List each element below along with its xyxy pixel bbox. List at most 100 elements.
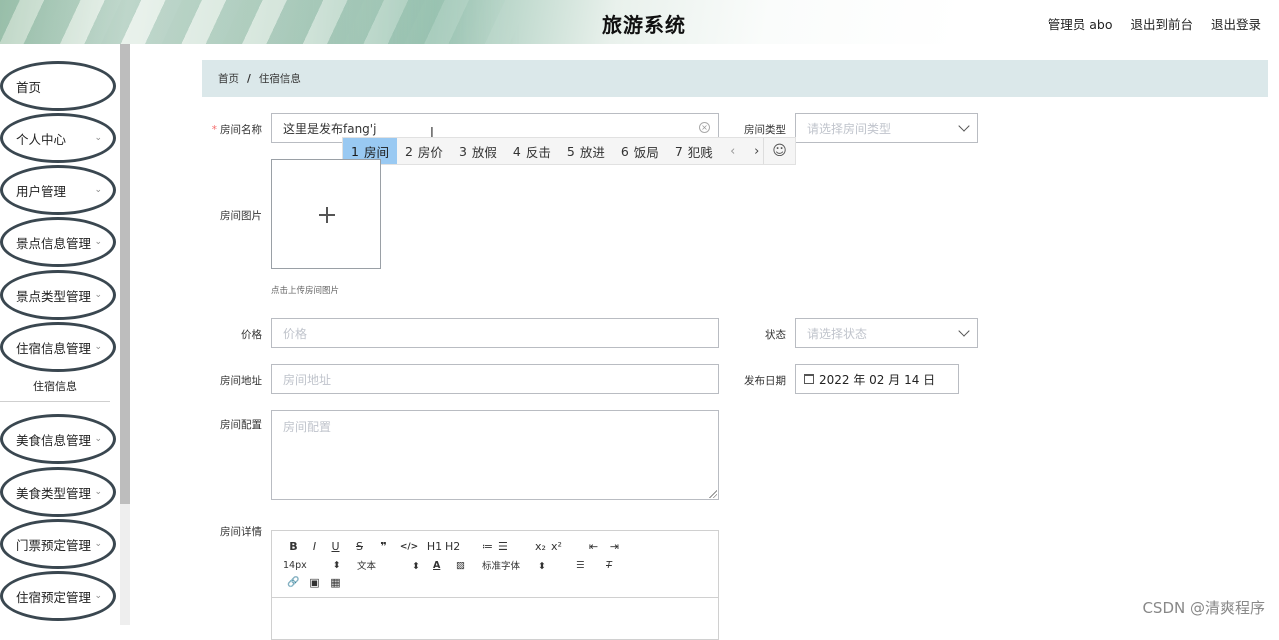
outdent-icon[interactable]: ⇤ [583,540,604,553]
text-style-select[interactable]: 文本 ⬍ [345,558,433,572]
font-size-select[interactable]: 14px ⬍ [283,560,345,571]
config-label: 房间配置 [220,419,262,431]
breadcrumb: 首页 / 住宿信息 [202,60,1268,97]
sidebar-item-label: 景点类型管理 [16,288,92,304]
sidebar-item-ticket-booking[interactable]: 门票预定管理 ⌄ [0,519,116,569]
italic-icon[interactable]: I [304,540,325,553]
publish-date-picker[interactable]: 2022 年 02 月 14 日 [795,364,959,394]
rich-text-editor: B I U S ❞ </> H1 H2 ≔ ☰ x₂ x² ⇤ ⇥ 14px ⬍ … [271,530,719,640]
status-placeholder: 请选择状态 [807,326,868,341]
resize-handle-icon[interactable] [709,490,717,498]
breadcrumb-separator: / [247,72,251,85]
config-textarea[interactable]: 房间配置 [271,410,719,500]
sidebar-item-label: 用户管理 [16,183,67,199]
sidebar-item-lodging-info[interactable]: 住宿信息管理 ⌄ [0,322,116,372]
heading-1-icon[interactable]: H1 [424,540,445,553]
sidebar-item-label: 景点信息管理 [16,235,92,251]
clear-format-icon[interactable]: T [606,560,626,571]
strikethrough-icon[interactable]: S [346,540,373,553]
bullet-list-icon[interactable]: ☰ [498,540,530,553]
upload-tip: 点击上传房间图片 [271,286,340,296]
status-select[interactable]: 请选择状态 [795,318,978,348]
image-icon[interactable]: ▣ [304,576,325,589]
watermark: CSDN @清爽程序 [1142,599,1265,617]
chevron-down-icon: ⌄ [94,342,102,352]
sidebar-item-label: 个人中心 [16,131,67,147]
background-color-icon[interactable]: ▨ [456,560,482,571]
subscript-icon[interactable]: x₂ [530,540,551,553]
breadcrumb-current: 住宿信息 [258,73,301,85]
chevron-down-icon: ⌄ [94,133,102,143]
clear-icon[interactable]: × [699,122,710,133]
heading-2-icon[interactable]: H2 [445,540,477,553]
sidebar-scrollbar[interactable] [120,44,130,504]
chevron-down-icon: ⌄ [94,591,102,601]
sidebar-item-user-management[interactable]: 用户管理 ⌄ [0,165,116,215]
sidebar-item-label: 美食信息管理 [16,432,92,448]
price-input[interactable]: 价格 [271,318,719,348]
address-input[interactable]: 房间地址 [271,364,719,394]
emoji-icon[interactable]: ☺ [763,138,795,164]
sidebar-item-lodging-booking[interactable]: 住宿预定管理 ⌄ [0,571,116,621]
publish-date-value: 2022 年 02 月 14 日 [819,372,936,387]
ime-candidate[interactable]: 5 放进 [559,138,613,164]
publish-date-label: 发布日期 [744,375,786,387]
link-icon[interactable]: 🔗 [283,577,304,588]
font-color-icon[interactable]: A [433,560,456,571]
ime-candidate[interactable]: 6 饭局 [613,138,667,164]
editor-toolbar-row-1: B I U S ❞ </> H1 H2 ≔ ☰ x₂ x² ⇤ ⇥ [283,540,625,553]
price-label: 价格 [241,329,262,341]
ime-candidate[interactable]: 7 犯贱 [667,138,721,164]
sidebar-item-scenic-type[interactable]: 景点类型管理 ⌄ [0,270,116,320]
logout-link[interactable]: 退出登录 [1211,14,1261,33]
ordered-list-icon[interactable]: ≔ [477,540,498,553]
blockquote-icon[interactable]: ❞ [373,540,394,553]
sidebar-item-scenic-info[interactable]: 景点信息管理 ⌄ [0,217,116,267]
sidebar-item-label: 住宿预定管理 [16,589,92,605]
room-type-placeholder: 请选择房间类型 [807,121,892,136]
font-family-select[interactable]: 标准字体 ⬍ [482,558,576,572]
header-links: 管理员 abo 退出到前台 退出登录 [1048,14,1261,33]
header-background-art [0,0,520,44]
ime-candidate[interactable]: 3 放假 [451,138,505,164]
go-frontend-link[interactable]: 退出到前台 [1130,14,1193,33]
sidebar-item-personal-center[interactable]: 个人中心 ⌄ [0,113,116,163]
code-block-icon[interactable]: </> [394,542,424,552]
sidebar-item-home[interactable]: 首页 [0,61,116,111]
chevron-updown-icon: ⬍ [332,559,341,571]
ime-prev-icon[interactable]: ‹ [721,138,745,164]
room-type-label: 房间类型 [744,124,786,136]
sidebar-item-food-type[interactable]: 美食类型管理 ⌄ [0,467,116,517]
align-icon[interactable]: ☰ [576,560,606,571]
admin-user-label[interactable]: 管理员 abo [1048,14,1113,33]
breadcrumb-home[interactable]: 首页 [218,71,239,86]
chevron-down-icon: ⌄ [94,290,102,300]
chevron-down-icon: ⌄ [94,237,102,247]
chevron-down-icon: ⌄ [94,487,102,497]
config-placeholder: 房间配置 [283,420,332,434]
room-name-label: * 房间名称 [211,124,262,136]
editor-toolbar-row-3: 🔗 ▣ ▦ [283,576,346,589]
image-upload-button[interactable] [271,159,381,269]
superscript-icon[interactable]: x² [551,540,583,553]
video-icon[interactable]: ▦ [325,576,346,589]
chevron-down-icon: ⌄ [94,185,102,195]
bold-icon[interactable]: B [283,540,304,553]
sidebar-subitem-lodging-info[interactable]: 住宿信息 [0,372,110,402]
sidebar-item-label: 首页 [16,79,42,95]
address-label: 房间地址 [220,375,262,387]
ime-candidate[interactable]: 2 房价 [397,138,451,164]
chevron-down-icon: ⌄ [94,539,102,549]
underline-icon[interactable]: U [325,540,346,553]
sidebar-item-label: 门票预定管理 [16,537,92,553]
sidebar-item-label: 美食类型管理 [16,485,92,501]
ime-candidate[interactable]: 4 反击 [505,138,559,164]
indent-icon[interactable]: ⇥ [604,540,625,553]
room-type-select[interactable]: 请选择房间类型 [795,113,978,143]
price-placeholder: 价格 [283,326,308,341]
sidebar-item-food-info[interactable]: 美食信息管理 ⌄ [0,414,116,464]
sidebar-scrollbar-track [120,504,130,625]
top-header: 旅游系统 管理员 abo 退出到前台 退出登录 [0,0,1279,44]
plus-icon [326,207,328,223]
room-name-value: 这里是发布fang'j [283,121,377,136]
